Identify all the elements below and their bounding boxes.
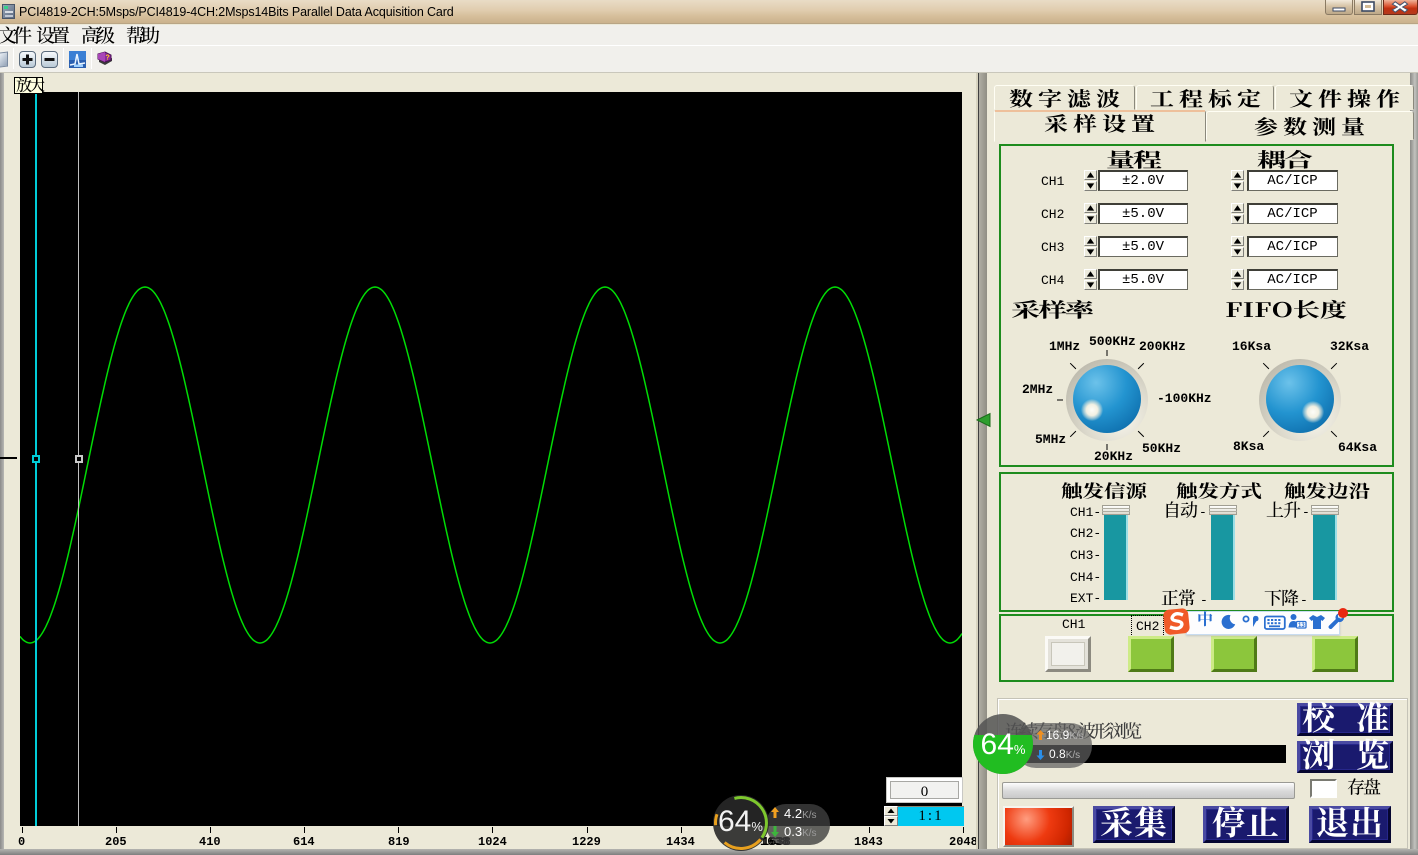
svg-text:13: 13 <box>1298 623 1305 629</box>
svg-text:?: ? <box>106 55 110 62</box>
